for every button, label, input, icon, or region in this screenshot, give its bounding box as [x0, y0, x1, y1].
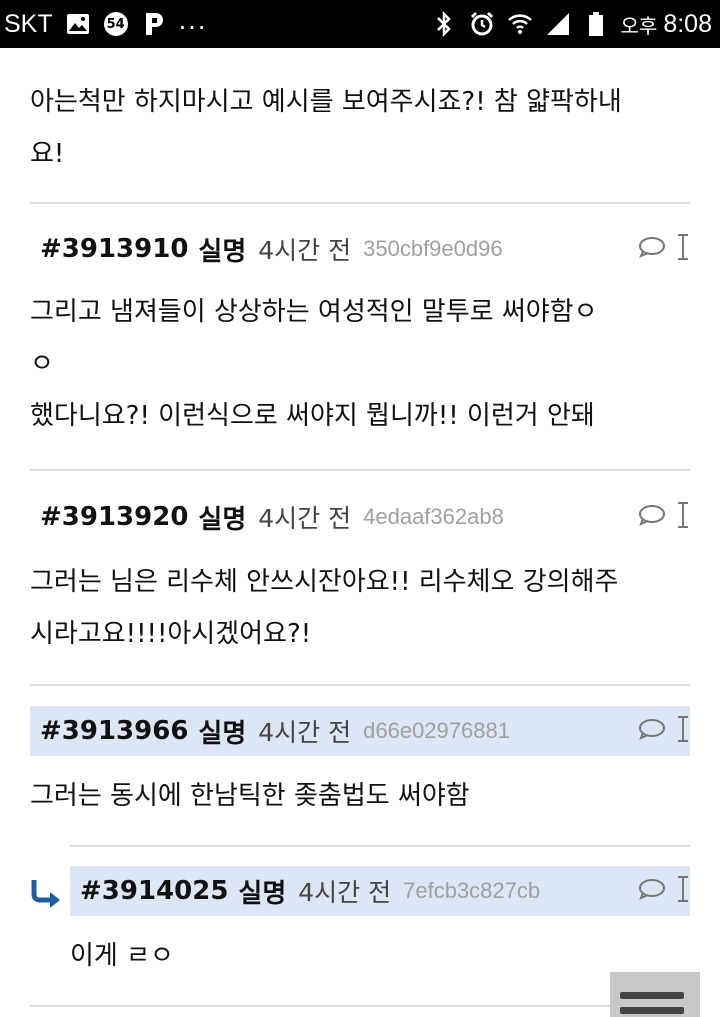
divider — [30, 202, 690, 204]
comment-line: 요! — [30, 139, 65, 169]
comment-body: 아는척만 하지마시고 예시를 보여주시죠?! 참 얇팍하내 요! — [30, 76, 622, 180]
notification-badge-icon: 54 — [103, 11, 129, 37]
floating-menu-button[interactable] — [610, 972, 700, 1017]
comment-bubble-icon[interactable] — [638, 718, 666, 744]
wifi-icon — [507, 11, 533, 37]
comment-id[interactable]: #3914025 — [80, 876, 228, 906]
comment-line: 그러는 동시에 한남틱한 좆춤법도 써야함 — [30, 781, 470, 811]
reply-arrow-icon — [30, 878, 62, 914]
comment-hash: 7efcb3c827cb — [403, 878, 541, 903]
comment-id[interactable]: #3913910 — [40, 234, 188, 264]
comment-line: 이게 ㄹㅇ — [70, 941, 174, 971]
comment-author: 실명 — [198, 718, 247, 749]
comment-thread: 아는척만 하지마시고 예시를 보여주시죠?! 참 얇팍하내 요! #391391… — [0, 48, 720, 1017]
comment-line: 그리고 냄져들이 상상하는 여성적인 말투로 써야함ㅇ — [30, 297, 598, 327]
divider — [30, 469, 690, 471]
status-bar: SKT 54 ... 오후 8:08 — [0, 0, 720, 48]
comment-time: 4시간 전 — [258, 718, 352, 747]
comment-time: 4시간 전 — [298, 878, 392, 907]
comment-time: 4시간 전 — [258, 236, 352, 265]
comment-header: #3913966 실명 4시간 전 d66e02976881 — [30, 706, 690, 756]
comment-time: 4시간 전 — [258, 504, 352, 533]
comment-bubble-icon[interactable] — [638, 504, 666, 530]
comment-body: 그리고 냄져들이 상상하는 여성적인 말투로 써야함ㅇ ㅇ 했다니요?! 이런식… — [30, 286, 598, 442]
text-cursor-icon[interactable] — [676, 715, 690, 747]
comment-body: 그러는 동시에 한남틱한 좆춤법도 써야함 — [30, 770, 470, 822]
carrier-label: SKT — [4, 9, 53, 38]
comment-bubble-icon[interactable] — [638, 878, 666, 904]
comment-author: 실명 — [198, 504, 247, 535]
comment-header: #3913910 실명 4시간 전 350cbf9e0d96 — [30, 224, 690, 274]
divider — [30, 1005, 610, 1007]
divider — [30, 684, 690, 686]
comment-id[interactable]: #3913966 — [40, 716, 188, 746]
comment-line: 시라고요!!!!아시겠어요?! — [30, 619, 312, 649]
comment-hash: 350cbf9e0d96 — [363, 236, 503, 261]
text-cursor-icon[interactable] — [676, 501, 690, 533]
comment-hash: 4edaaf362ab8 — [363, 504, 504, 529]
notification-badge-count: 54 — [106, 16, 125, 32]
comment-line: 그러는 님은 리수체 안쓰시잔아요!! 리수체오 강의해주 — [30, 567, 619, 597]
signal-icon — [545, 11, 571, 37]
reply-header: #3914025 실명 4시간 전 7efcb3c827cb — [70, 866, 690, 916]
battery-icon — [583, 11, 609, 37]
text-cursor-icon[interactable] — [676, 875, 690, 907]
app-p-icon — [141, 11, 167, 37]
divider — [70, 845, 690, 847]
status-ampm: 오후 — [620, 13, 658, 38]
status-time: 8:08 — [663, 9, 712, 38]
reply-body: 이게 ㄹㅇ — [70, 930, 174, 982]
text-cursor-icon[interactable] — [676, 233, 690, 265]
comment-author: 실명 — [198, 236, 247, 267]
image-icon — [65, 11, 91, 37]
bluetooth-icon — [431, 11, 457, 37]
comment-line: 아는척만 하지마시고 예시를 보여주시죠?! 참 얇팍하내 — [30, 87, 622, 117]
comment-bubble-icon[interactable] — [638, 236, 666, 262]
comment-line: 했다니요?! 이런식으로 써야지 뭡니까!! 이런거 안돼 — [30, 401, 595, 431]
alarm-icon — [469, 11, 495, 37]
comment-line: ㅇ — [30, 349, 54, 379]
comment-hash: d66e02976881 — [363, 718, 510, 743]
more-notifications-ellipsis: ... — [178, 7, 208, 35]
comment-body: 그러는 님은 리수체 안쓰시잔아요!! 리수체오 강의해주 시라고요!!!!아시… — [30, 556, 618, 660]
comment-author: 실명 — [238, 878, 287, 909]
comment-id[interactable]: #3913920 — [40, 502, 188, 532]
comment-header: #3913920 실명 4시간 전 4edaaf362ab8 — [30, 492, 690, 542]
